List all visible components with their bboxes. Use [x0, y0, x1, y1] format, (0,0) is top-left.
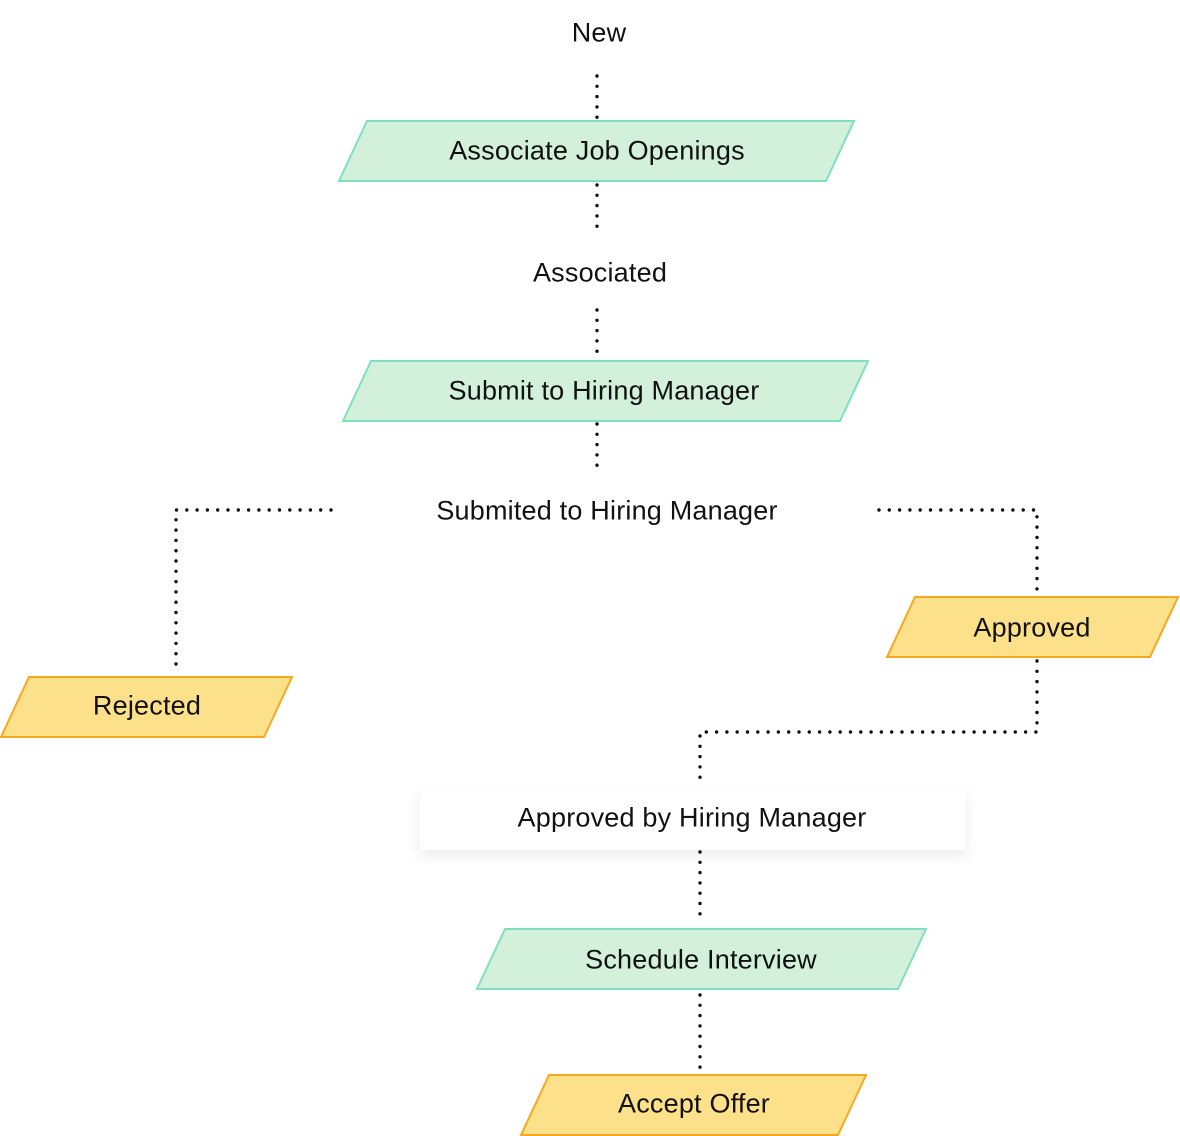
action-submit-to-hiring-manager-label[interactable]: Submit to Hiring Manager — [449, 376, 760, 407]
outcome-approved-label[interactable]: Approved — [973, 613, 1090, 644]
connectors — [174, 74, 1039, 1072]
action-associate-job-openings-label[interactable]: Associate Job Openings — [449, 136, 745, 167]
status-submitted-to-hiring-manager: Submited to Hiring Manager — [436, 495, 778, 526]
connector-submitted-to-rejected — [174, 508, 333, 670]
status-new: New — [571, 17, 627, 48]
outcome-rejected-label[interactable]: Rejected — [93, 691, 201, 722]
action-schedule-interview-label[interactable]: Schedule Interview — [585, 945, 817, 976]
status-associated: Associated — [532, 257, 668, 288]
outcome-accept-offer-label[interactable]: Accept Offer — [618, 1089, 770, 1120]
connector-approved-to-approved-by-hm — [698, 659, 1039, 788]
connector-submitted-to-approved — [877, 508, 1039, 596]
status-approved-by-hiring-manager: Approved by Hiring Manager — [517, 802, 867, 833]
